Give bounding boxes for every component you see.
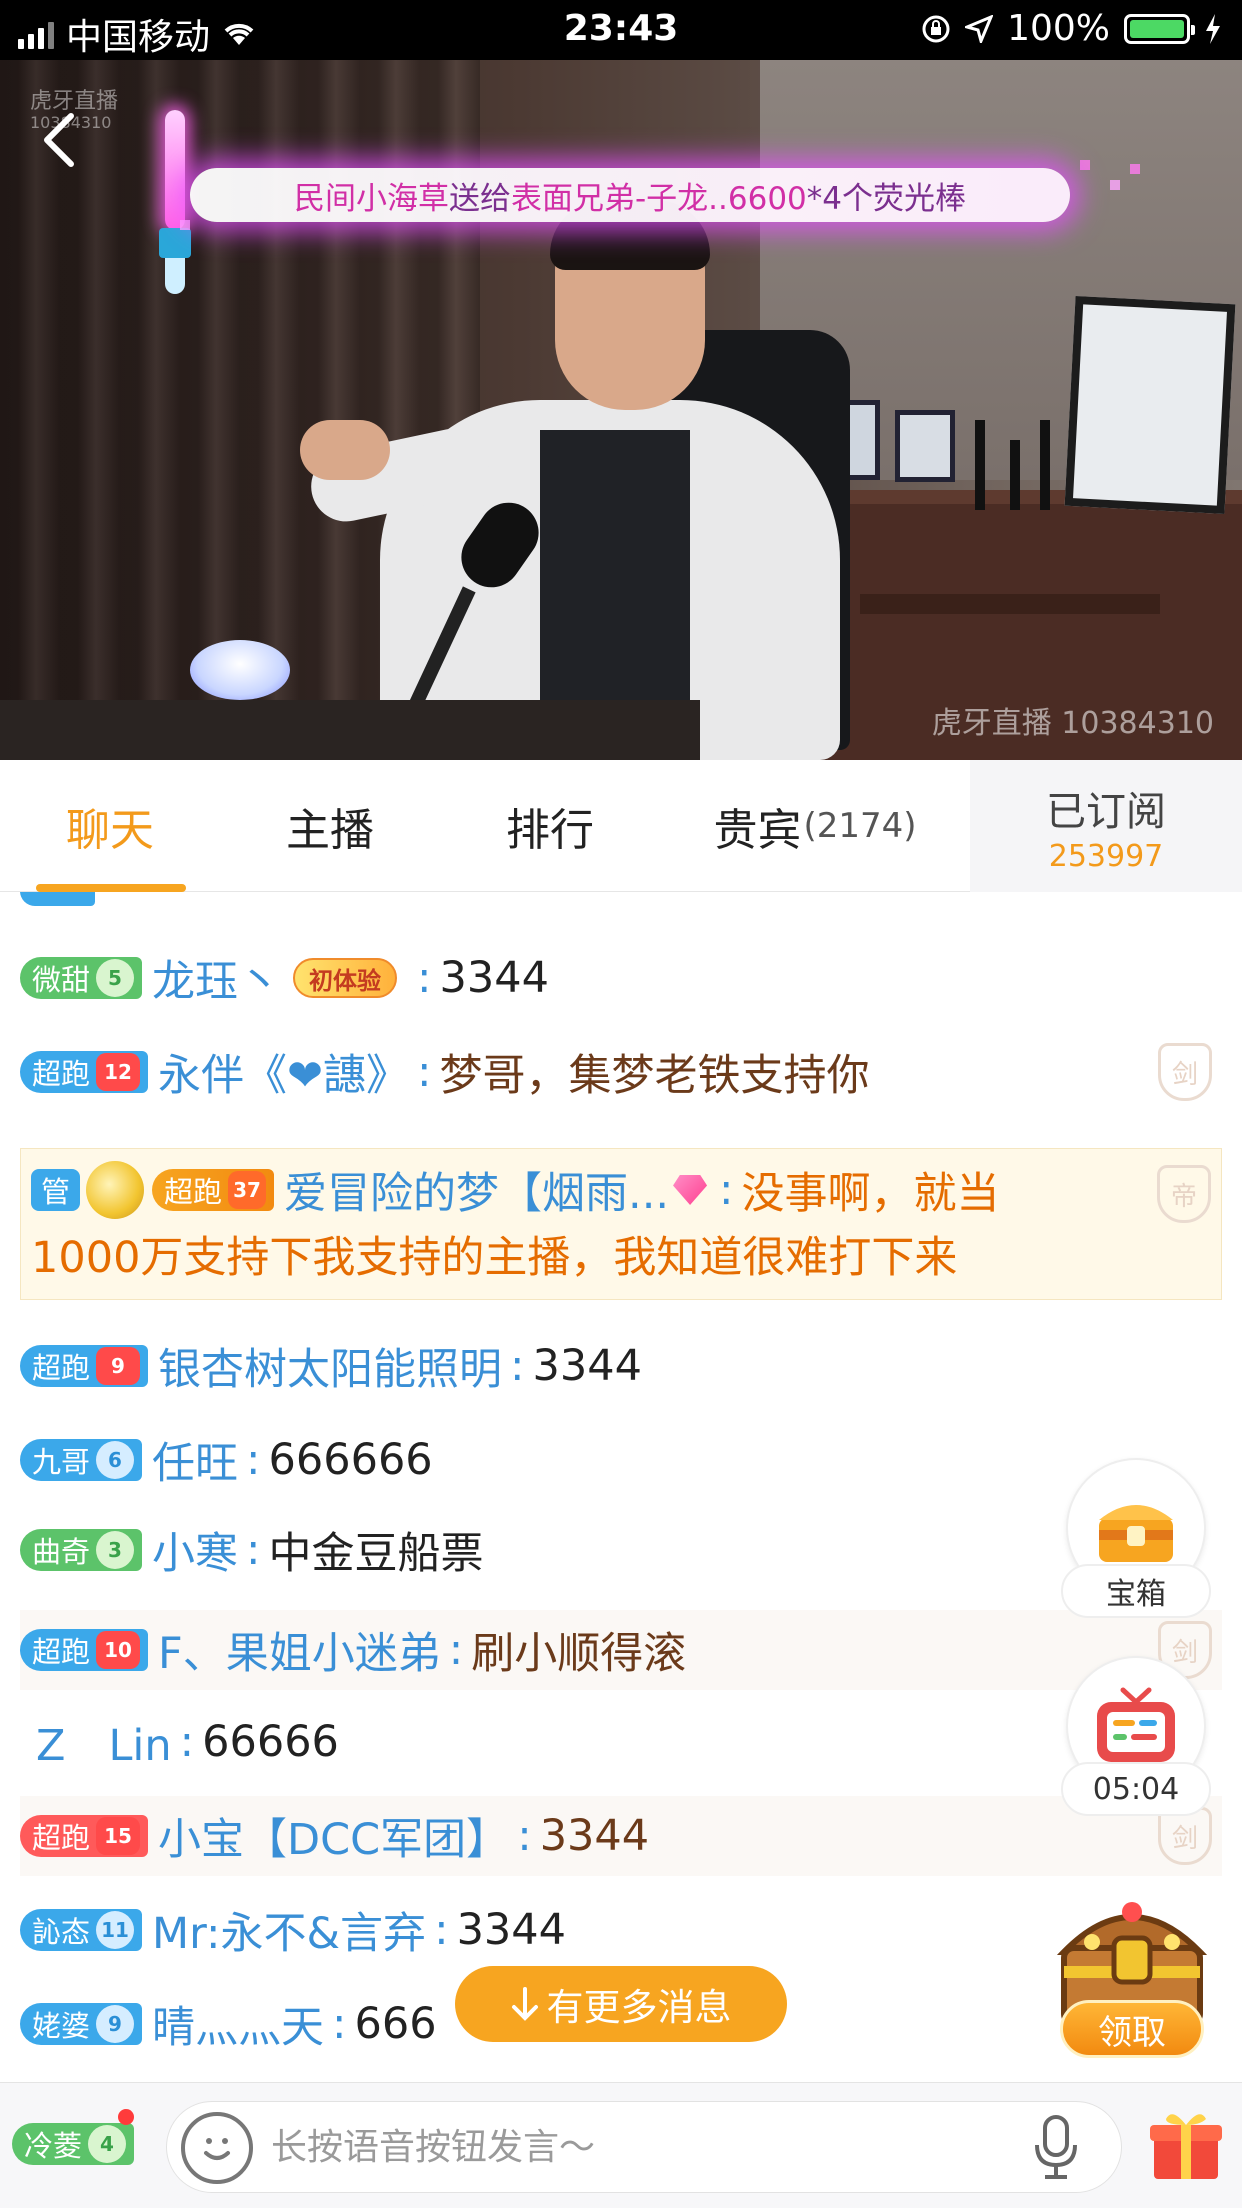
charging-icon <box>1206 13 1220 44</box>
tab-chat[interactable]: 聊天 <box>0 760 220 892</box>
subscriber-count: 253997 <box>1048 838 1164 874</box>
chat-message: 超跑 9 银杏树太阳能照明 : 3344 <box>20 1328 1222 1404</box>
manager-badge: 管 <box>31 1169 81 1211</box>
chat-username[interactable]: Mr:永不&言弃 <box>152 1899 426 1961</box>
chat-username[interactable]: F、果姐小迷弟 <box>158 1619 441 1681</box>
gift-notification-banner: 民间小海草 送给 表面兄弟-子龙..6600 *4个荧光棒 <box>190 168 1070 222</box>
chat-message <box>20 892 1222 916</box>
chat-text: 梦哥，集梦老铁支持你 <box>439 1051 870 1101</box>
chat-message: 微甜 5 龙珏丶 初体验 : 3344 <box>20 940 1222 1016</box>
battery-percent: 100% <box>1007 8 1110 49</box>
gift-sender: 民间小海草 <box>293 180 449 217</box>
notification-dot <box>118 2109 134 2125</box>
diamond-icon <box>673 1175 708 1205</box>
live-stream-page: 中国移动 23:43 100% 虎牙直播 10384310 虎牙直播 10384… <box>0 0 1242 2208</box>
chat-username[interactable]: 爱冒险的梦【烟雨... <box>284 1159 669 1221</box>
claim-button[interactable]: 领取 <box>1060 2000 1204 2058</box>
arrow-down-icon <box>511 1987 538 2021</box>
my-fan-badge[interactable]: 冷菱 4 <box>12 2123 135 2165</box>
fan-badge: 曲奇 3 <box>20 1529 143 1571</box>
chat-input-bar: 冷菱 4 <box>0 2082 1242 2208</box>
gift-verb: 送给 <box>448 180 511 217</box>
chat-message-highlight: 管 超跑 37 爱冒险的梦【烟雨... : 没事啊，就当 1000万支持下我支持的… <box>20 1148 1222 1300</box>
chat-message: Z Lin : 66666 <box>20 1704 1222 1780</box>
gift-button[interactable] <box>1148 2107 1224 2183</box>
fan-badge: 超跑 10 <box>20 1629 149 1671</box>
chat-username[interactable]: 龙珏丶 <box>152 947 281 1009</box>
tab-ranking[interactable]: 排行 <box>440 760 660 892</box>
chat-username[interactable]: Z Lin <box>36 1711 172 1773</box>
chat-input-field[interactable] <box>166 2101 1122 2193</box>
tab-vip[interactable]: 贵宾 (2174) <box>680 760 950 892</box>
chat-text: 66666 <box>202 1717 339 1767</box>
chat-username[interactable]: 晴灬灬天 <box>152 1993 324 2055</box>
coin-icon <box>86 1161 145 1219</box>
subscribe-button[interactable]: 已订阅 253997 <box>970 760 1242 892</box>
chat-text: 3344 <box>539 1811 650 1861</box>
fan-badge: 訫态 11 <box>20 1909 143 1951</box>
treasure-box-icon <box>1099 1505 1173 1562</box>
chat-message: 超跑 12 永伴《❤譓》 : 梦哥，集梦老铁支持你 剑 <box>20 1032 1222 1112</box>
stream-watermark-bottom: 虎牙直播 10384310 <box>931 706 1214 741</box>
chat-text: 666 <box>354 1999 437 2049</box>
tv-icon <box>1097 1687 1175 1762</box>
glowstick-icon <box>155 110 195 300</box>
tab-streamer[interactable]: 主播 <box>220 760 440 892</box>
chat-message: 九哥 6 任旺 : 666666 <box>20 1422 1222 1498</box>
chat-message: 曲奇 3 小寒 : 中金豆船票 <box>20 1512 1222 1588</box>
chat-text: 3344 <box>439 953 549 1003</box>
chat-text: 3344 <box>532 1341 642 1391</box>
chat-text-continued: 1000万支持下我支持的主播，我知道很难打下来 <box>31 1233 958 1283</box>
vip-count: (2174) <box>803 806 917 846</box>
chat-message-input[interactable] <box>271 2122 971 2172</box>
microphone-icon <box>1035 2115 1077 2179</box>
gift-detail: *4个荧光棒 <box>806 180 967 217</box>
active-tab-indicator <box>36 884 186 892</box>
more-messages-button[interactable]: 有更多消息 <box>455 1966 787 2042</box>
emoji-button[interactable] <box>181 2112 253 2184</box>
chevron-left-icon <box>44 113 74 167</box>
video-player[interactable]: 虎牙直播 10384310 虎牙直播 10384310 民间小海草 送给 表面兄… <box>0 60 1242 760</box>
chat-message: 訫态 11 Mr:永不&言弃 : 3344 <box>20 1892 1222 1968</box>
gift-icon <box>1150 2114 1222 2179</box>
fan-badge: 超跑 9 <box>20 1345 149 1387</box>
chat-username[interactable]: 小寒 <box>152 1519 238 1581</box>
chat-message: 超跑 10 F、果姐小迷弟 : 刷小顺得滚 剑 <box>20 1610 1222 1690</box>
chat-username[interactable]: 永伴《❤譓》 <box>158 1041 409 1103</box>
status-bar: 中国移动 23:43 100% <box>0 0 1242 60</box>
chat-username[interactable]: 任旺 <box>152 1429 238 1491</box>
chat-username[interactable]: 小宝【DCC军团】 <box>158 1805 509 1867</box>
chat-text: 中金豆船票 <box>268 1529 484 1579</box>
battery-icon <box>1124 13 1195 44</box>
chat-text: 没事啊，就当 <box>741 1169 1000 1219</box>
orientation-lock-icon <box>922 15 950 42</box>
fan-badge: 超跑 37 <box>152 1169 275 1211</box>
gift-receiver: 表面兄弟-子龙..6600 <box>510 180 807 217</box>
emperor-shield-icon: 帝 <box>1157 1165 1211 1223</box>
chat-text: 666666 <box>268 1435 433 1485</box>
timer-label: 05:04 <box>1061 1762 1211 1816</box>
trial-badge: 初体验 <box>293 958 398 998</box>
tab-bar: 聊天 主播 排行 贵宾 (2174) 已订阅 253997 <box>0 760 1242 892</box>
chat-text: 3344 <box>456 1905 566 1955</box>
fan-badge: 超跑 12 <box>20 1051 149 1093</box>
back-button[interactable] <box>28 100 88 180</box>
emoji-icon <box>204 2138 230 2160</box>
chat-message: 超跑 15 小宝【DCC军团】 : 3344 剑 <box>20 1796 1222 1876</box>
chat-text: 刷小顺得滚 <box>471 1629 687 1679</box>
fan-badge: 九哥 6 <box>20 1439 143 1481</box>
voice-button[interactable] <box>1021 2112 1091 2184</box>
location-icon <box>965 14 994 43</box>
fan-badge: 姥婆 9 <box>20 2003 143 2045</box>
subscribe-label: 已订阅 <box>1046 788 1166 835</box>
chat-username[interactable]: 银杏树太阳能照明 <box>158 1335 502 1397</box>
treasure-box-label: 宝箱 <box>1061 1564 1211 1618</box>
sword-shield-icon: 剑 <box>1158 1043 1212 1101</box>
fan-badge: 微甜 5 <box>20 957 143 999</box>
fan-badge: 超跑 15 <box>20 1815 149 1857</box>
